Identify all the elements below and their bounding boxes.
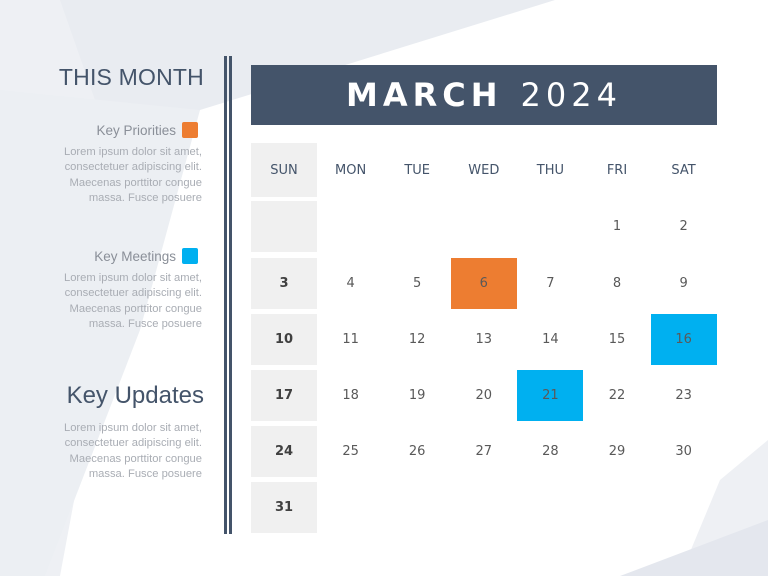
day-cell-12[interactable]: 12 (384, 314, 450, 365)
day-cell-26[interactable]: 26 (384, 426, 450, 477)
divider-line-left (224, 56, 227, 534)
calendar-header: MARCH 2024 (251, 65, 717, 125)
day-cell-30[interactable]: 30 (651, 426, 717, 477)
key-updates-body: Lorem ipsum dolor sit amet, consectetuer… (63, 422, 202, 481)
day-cell-5[interactable]: 5 (384, 258, 450, 309)
weekday-header-sat: SAT (671, 162, 696, 178)
day-cell-4[interactable]: 4 (318, 258, 384, 309)
day-cell-3[interactable]: 3 (251, 258, 317, 309)
weekday-header-mon: MON (335, 162, 367, 178)
day-cell-21[interactable]: 21 (517, 370, 584, 421)
day-cell-23[interactable]: 23 (651, 370, 717, 421)
day-cell-19[interactable]: 19 (384, 370, 450, 421)
day-cell-28[interactable]: 28 (517, 426, 583, 477)
slide: THIS MONTH Key Priorities Lorem ipsum do… (0, 0, 768, 576)
empty-day-cell (251, 201, 317, 252)
day-cell-6[interactable]: 6 (450, 258, 517, 309)
weekday-header-sun: SUN (251, 143, 317, 197)
day-cell-24[interactable]: 24 (251, 426, 317, 477)
day-cell-11[interactable]: 11 (318, 314, 384, 365)
calendar-month: MARCH (346, 76, 503, 114)
day-cell-2[interactable]: 2 (651, 201, 717, 252)
key-priorities-body: Lorem ipsum dolor sit amet, consectetuer… (63, 146, 202, 205)
calendar-year: 2024 (520, 76, 622, 114)
blue-swatch-icon (182, 248, 198, 264)
key-priorities-label: Key Priorities (96, 122, 198, 138)
this-month-title: THIS MONTH (58, 64, 204, 90)
day-cell-10[interactable]: 10 (251, 314, 317, 365)
key-meetings-text: Key Meetings (94, 248, 176, 264)
day-cell-17[interactable]: 17 (251, 370, 317, 421)
day-cell-29[interactable]: 29 (584, 426, 650, 477)
day-cell-1[interactable]: 1 (584, 201, 650, 252)
day-cell-16[interactable]: 16 (650, 314, 717, 365)
day-cell-14[interactable]: 14 (517, 314, 583, 365)
day-cell-9[interactable]: 9 (651, 258, 717, 309)
day-cell-15[interactable]: 15 (584, 314, 650, 365)
weekday-header-thu: THU (536, 162, 564, 178)
divider-line-right (229, 56, 232, 534)
day-cell-20[interactable]: 20 (451, 370, 517, 421)
weekday-header-fri: FRI (606, 162, 628, 178)
day-cell-8[interactable]: 8 (584, 258, 650, 309)
day-cell-27[interactable]: 27 (451, 426, 517, 477)
day-cell-18[interactable]: 18 (318, 370, 384, 421)
day-cell-25[interactable]: 25 (318, 426, 384, 477)
day-cell-31[interactable]: 31 (251, 482, 317, 533)
key-meetings-body: Lorem ipsum dolor sit amet, consectetuer… (63, 272, 202, 331)
day-cell-22[interactable]: 22 (584, 370, 650, 421)
day-cell-13[interactable]: 13 (451, 314, 517, 365)
orange-swatch-icon (182, 122, 198, 138)
key-updates-title: Key Updates (66, 382, 204, 409)
key-priorities-text: Key Priorities (96, 122, 176, 138)
key-meetings-label: Key Meetings (94, 248, 198, 264)
day-cell-7[interactable]: 7 (517, 258, 583, 309)
weekday-header-tue: TUE (404, 162, 431, 178)
weekday-header-wed: WED (468, 162, 500, 178)
